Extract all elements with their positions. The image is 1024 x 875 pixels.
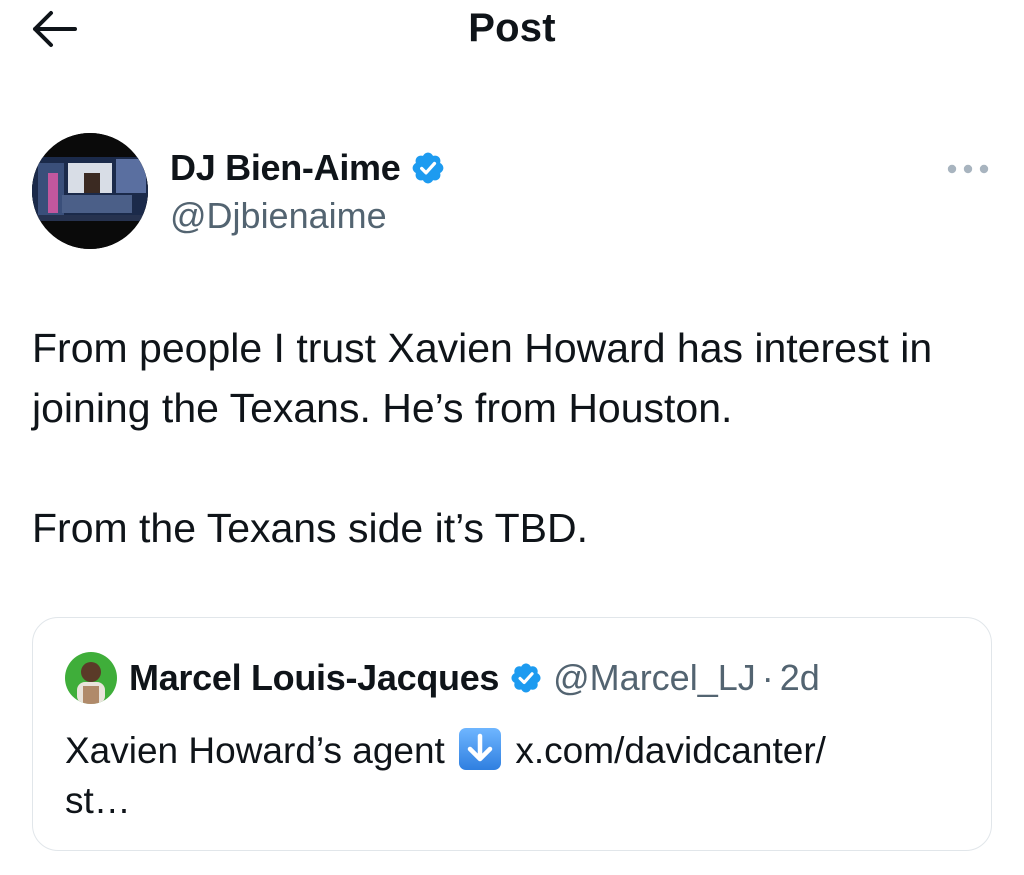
quoted-author-handle: @Marcel_LJ [553, 657, 756, 698]
quoted-text-before: Xavien Howard’s agent [65, 730, 445, 771]
quoted-post-time: 2d [779, 657, 820, 698]
top-bar: Post [0, 0, 1024, 60]
quoted-post-header: Marcel Louis-Jacques @Marcel_LJ · 2d [65, 652, 820, 704]
quoted-text-after: st… [65, 780, 131, 821]
post-text: From people I trust Xavien Howard has in… [32, 318, 992, 558]
quoted-post-link[interactable]: x.com/davidcanter/ [515, 730, 826, 771]
verified-badge-icon [413, 152, 444, 184]
post-author: DJ Bien-Aime @Djbienaime [32, 133, 992, 251]
more-options-button[interactable] [942, 157, 994, 181]
verified-badge-icon [511, 663, 541, 693]
author-name-row: DJ Bien-Aime [170, 147, 446, 189]
avatar-image [32, 133, 148, 249]
author-handle[interactable]: @Djbienaime [170, 195, 387, 237]
quoted-author-avatar [65, 652, 117, 704]
post-paragraph: From people I trust Xavien Howard has in… [32, 325, 933, 431]
author-avatar[interactable] [32, 133, 148, 249]
page-title: Post [468, 6, 556, 50]
quoted-author-name: Marcel Louis-Jacques [129, 657, 500, 698]
post-paragraph: From the Texans side it’s TBD. [32, 505, 589, 551]
quoted-post-card[interactable]: Marcel Louis-Jacques @Marcel_LJ · 2d Xav… [32, 617, 992, 851]
author-name[interactable]: DJ Bien-Aime [170, 147, 401, 189]
meta-separator: · [761, 657, 774, 698]
down-arrow-emoji-icon [459, 728, 502, 770]
more-dots-icon [947, 164, 989, 174]
quoted-avatar-image [65, 652, 117, 704]
quoted-post-text: Xavien Howard’s agent x.com/davidcanter/… [65, 726, 945, 826]
